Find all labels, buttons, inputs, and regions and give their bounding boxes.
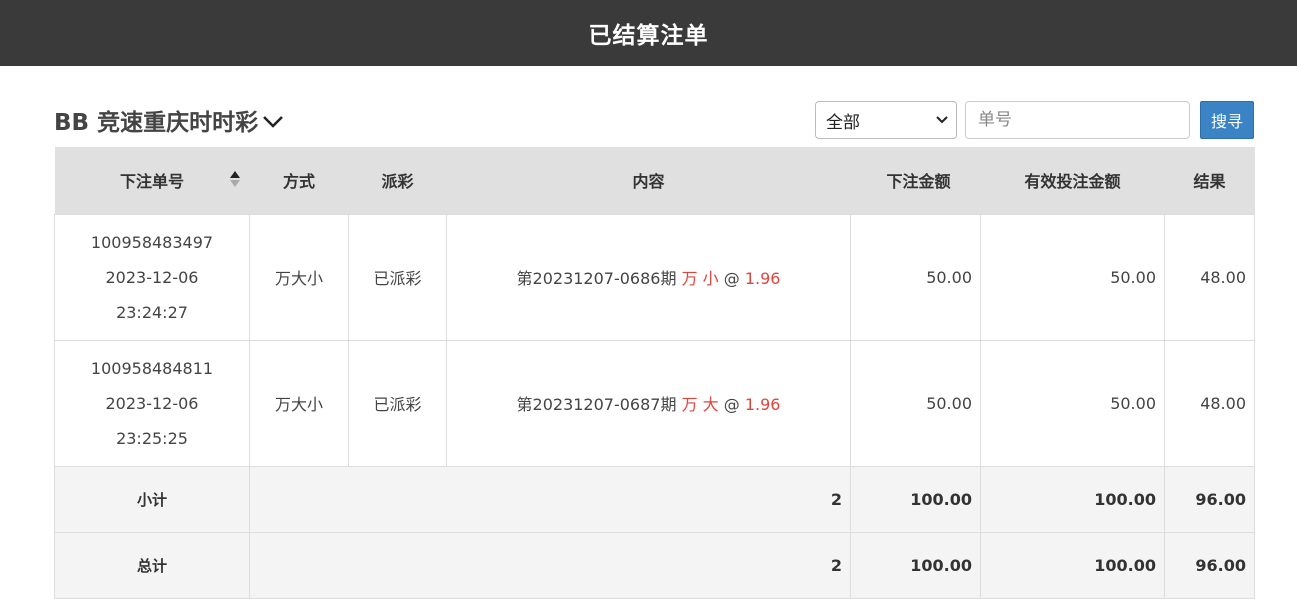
toolbar: BB 竞速重庆时时彩 全部 搜寻 xyxy=(54,101,1254,139)
column-header-result: 结果 xyxy=(1164,147,1255,215)
method-cell: 万大小 xyxy=(249,213,349,341)
bets-table: 下注单号 方式 派彩 内容 下注金额 有效投注金额 结果 10095848349… xyxy=(54,147,1255,599)
content-odds: 1.96 xyxy=(744,395,781,414)
top-bar: 已结算注单 xyxy=(0,0,1297,66)
bet-amount-cell: 50.00 xyxy=(850,213,981,341)
search-button[interactable]: 搜寻 xyxy=(1200,101,1254,139)
sort-icon[interactable] xyxy=(229,171,240,187)
table-row: 100958483497 2023-12-06 23:24:27 万大小 已派彩… xyxy=(54,213,1255,341)
order-cell: 100958484811 2023-12-06 23:25:25 xyxy=(54,339,250,467)
column-header-payout: 派彩 xyxy=(348,147,447,215)
total-result: 96.00 xyxy=(1164,531,1255,599)
payout-cell: 已派彩 xyxy=(348,213,447,341)
page-title: 已结算注单 xyxy=(588,23,709,49)
order-date: 2023-12-06 xyxy=(105,393,199,413)
sort-desc-icon xyxy=(229,180,240,187)
content-odds: 1.96 xyxy=(744,269,781,288)
total-count: 2 xyxy=(249,531,851,599)
column-header-content: 内容 xyxy=(446,147,851,215)
total-label: 总计 xyxy=(54,531,250,599)
chevron-down-icon xyxy=(263,116,283,128)
order-number: 100958483497 xyxy=(90,232,214,252)
subtotal-row: 小计 2 100.00 100.00 96.00 xyxy=(54,465,1255,533)
payout-cell: 已派彩 xyxy=(348,339,447,467)
content-period: 第20231207-0687期 xyxy=(516,395,677,414)
chevron-down-icon xyxy=(936,116,948,124)
table-header-row: 下注单号 方式 派彩 内容 下注金额 有效投注金额 结果 xyxy=(54,147,1255,215)
column-header-order-no[interactable]: 下注单号 xyxy=(54,147,250,215)
order-cell: 100958483497 2023-12-06 23:24:27 xyxy=(54,213,250,341)
order-number-input[interactable] xyxy=(965,101,1190,139)
content-cell: 第20231207-0687期 万 大 @ 1.96 xyxy=(446,339,851,467)
content-at: @ xyxy=(723,269,740,288)
content-pick: 万 大 xyxy=(681,395,719,414)
subtotal-result: 96.00 xyxy=(1164,465,1255,533)
game-selector[interactable]: BB 竞速重庆时时彩 xyxy=(54,103,284,137)
order-time: 23:25:25 xyxy=(116,428,188,448)
valid-amount-cell: 50.00 xyxy=(980,213,1165,341)
valid-amount-cell: 50.00 xyxy=(980,339,1165,467)
filter-select[interactable]: 全部 xyxy=(815,101,957,139)
column-header-method: 方式 xyxy=(249,147,349,215)
filter-select-value: 全部 xyxy=(826,112,860,133)
result-cell: 48.00 xyxy=(1164,339,1255,467)
content-pick: 万 小 xyxy=(681,269,719,288)
subtotal-bet-amount: 100.00 xyxy=(850,465,981,533)
total-valid-amount: 100.00 xyxy=(980,531,1165,599)
subtotal-valid-amount: 100.00 xyxy=(980,465,1165,533)
order-number: 100958484811 xyxy=(90,358,214,378)
column-header-valid-amount: 有效投注金额 xyxy=(980,147,1165,215)
table-row: 100958484811 2023-12-06 23:25:25 万大小 已派彩… xyxy=(54,339,1255,467)
order-date: 2023-12-06 xyxy=(105,267,199,287)
result-cell: 48.00 xyxy=(1164,213,1255,341)
content-period: 第20231207-0686期 xyxy=(516,269,677,288)
method-cell: 万大小 xyxy=(249,339,349,467)
subtotal-label: 小计 xyxy=(54,465,250,533)
content-at: @ xyxy=(723,395,740,414)
content-cell: 第20231207-0686期 万 小 @ 1.96 xyxy=(446,213,851,341)
bet-amount-cell: 50.00 xyxy=(850,339,981,467)
order-time: 23:24:27 xyxy=(116,302,188,322)
total-bet-amount: 100.00 xyxy=(850,531,981,599)
sort-asc-icon xyxy=(229,171,240,178)
subtotal-count: 2 xyxy=(249,465,851,533)
total-row: 总计 2 100.00 100.00 96.00 xyxy=(54,531,1255,599)
game-title: BB 竞速重庆时时彩 xyxy=(54,110,259,136)
column-header-bet-amount: 下注金额 xyxy=(850,147,981,215)
